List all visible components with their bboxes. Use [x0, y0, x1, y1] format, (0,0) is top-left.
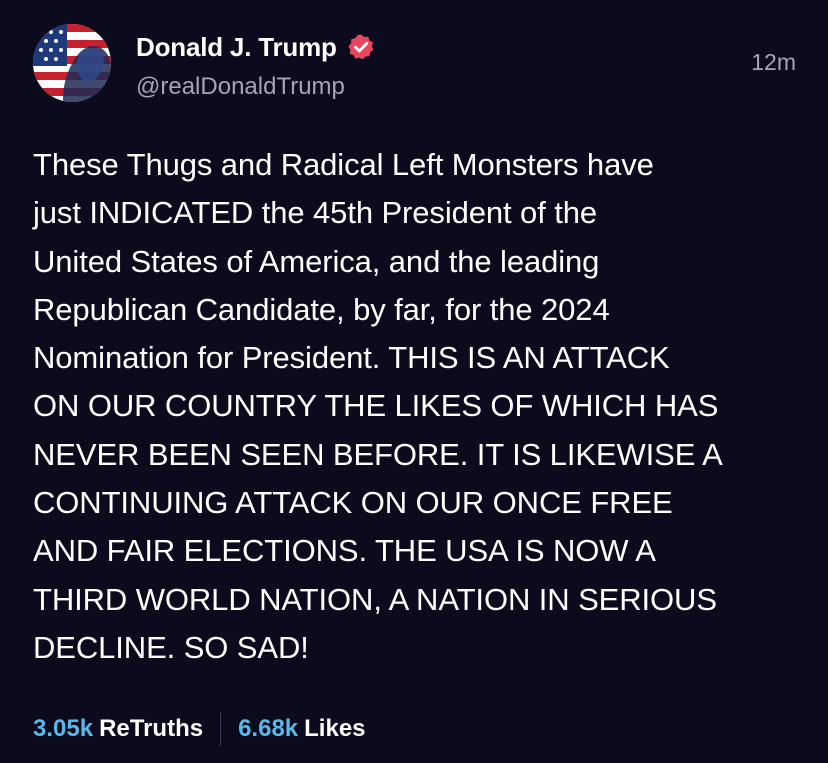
author-name-row: Donald J. Trump [136, 30, 375, 64]
likes-label: Likes [304, 715, 366, 742]
avatar[interactable] [33, 24, 111, 102]
post-stats: 3.05k ReTruths 6.68k Likes [33, 712, 366, 746]
retruths-count: 3.05k [33, 715, 94, 742]
avatar-flag-portrait [33, 24, 111, 102]
post-body: These Thugs and Radical Left Monsters ha… [33, 147, 723, 665]
post-timestamp[interactable]: 12m [751, 49, 796, 76]
retruths-stat[interactable]: 3.05k ReTruths [33, 715, 203, 743]
author-display-name[interactable]: Donald J. Trump [136, 32, 337, 63]
stats-divider [220, 712, 222, 746]
likes-count: 6.68k [238, 715, 299, 742]
author-handle[interactable]: @realDonaldTrump [136, 73, 375, 101]
verified-badge-icon [348, 34, 374, 60]
retruths-label: ReTruths [99, 715, 204, 742]
truth-post: Donald J. Trump @realDonaldTrump 12m The… [0, 0, 828, 763]
author-block: Donald J. Trump @realDonaldTrump [136, 30, 375, 101]
likes-stat[interactable]: 6.68k Likes [238, 715, 365, 743]
